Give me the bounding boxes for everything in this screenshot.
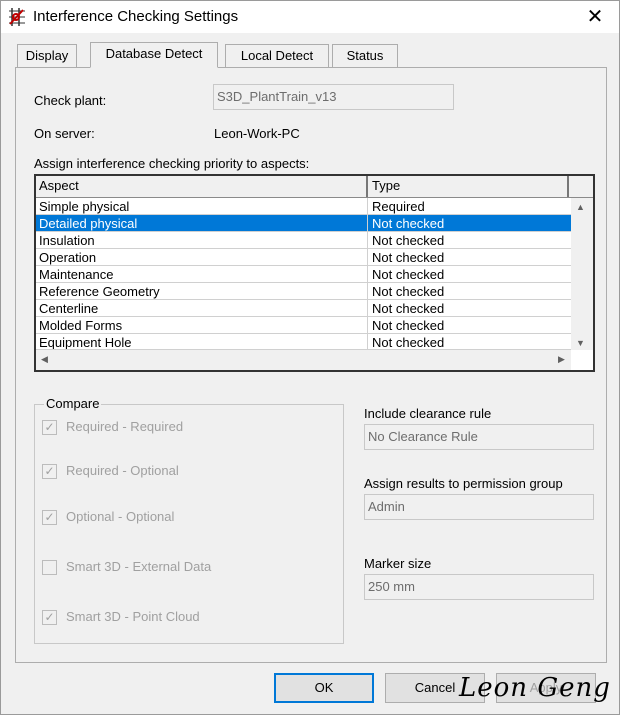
- type-cell[interactable]: Not checked: [369, 232, 571, 248]
- scroll-left-arrow-icon[interactable]: ◀: [41, 354, 48, 365]
- type-cell[interactable]: Not checked: [369, 334, 571, 349]
- type-cell[interactable]: Not checked: [369, 283, 571, 299]
- aspect-cell: Reference Geometry: [36, 283, 368, 299]
- aspect-cell: Centerline: [36, 300, 368, 316]
- table-row[interactable]: Reference Geometry Not checked: [36, 283, 571, 300]
- compare-group-box: [34, 404, 344, 644]
- type-cell[interactable]: Not checked: [369, 317, 571, 333]
- scroll-down-arrow-icon[interactable]: ▼: [576, 338, 585, 348]
- scroll-right-arrow-icon[interactable]: ▶: [558, 354, 565, 365]
- vertical-scrollbar[interactable]: ▲ ▼: [571, 198, 593, 350]
- permission-group-field: Admin: [364, 494, 594, 520]
- aspect-cell: Operation: [36, 249, 368, 265]
- clearance-rule-field: No Clearance Rule: [364, 424, 594, 450]
- grid-header: Aspect Type: [36, 176, 593, 198]
- marker-size-field: 250 mm: [364, 574, 594, 600]
- checkbox-label: Optional - Optional: [66, 509, 175, 524]
- checkbox-checked-icon[interactable]: ✓: [42, 420, 57, 435]
- database-detect-panel: Check plant: S3D_PlantTrain_v13 On serve…: [15, 67, 607, 663]
- checkbox-label: Smart 3D - External Data: [66, 559, 212, 574]
- close-button[interactable]: ✕: [579, 3, 611, 31]
- permission-group-label: Assign results to permission group: [364, 476, 563, 491]
- interference-app-icon: [7, 7, 27, 27]
- aspect-cell: Simple physical: [36, 198, 368, 214]
- aspect-cell: Equipment Hole: [36, 334, 368, 349]
- aspect-cell: Insulation: [36, 232, 368, 248]
- tab-status[interactable]: Status: [332, 44, 398, 68]
- clearance-rule-label: Include clearance rule: [364, 406, 492, 421]
- compare-group-title: Compare: [44, 396, 102, 411]
- checkbox-checked-icon[interactable]: ✓: [42, 510, 57, 525]
- watermark-signature: Leon Geng: [459, 673, 611, 703]
- checkbox-label: Smart 3D - Point Cloud: [66, 609, 200, 624]
- ok-button[interactable]: OK: [274, 673, 374, 703]
- aspect-cell: Detailed physical: [36, 215, 368, 231]
- table-row[interactable]: Centerline Not checked: [36, 300, 571, 317]
- type-cell[interactable]: Not checked: [369, 266, 571, 282]
- type-cell[interactable]: Required: [369, 198, 571, 214]
- marker-size-label: Marker size: [364, 556, 432, 571]
- checkbox-checked-icon[interactable]: ✓: [42, 610, 57, 625]
- table-row[interactable]: Molded Forms Not checked: [36, 317, 571, 334]
- tab-display[interactable]: Display: [17, 44, 77, 68]
- dialog-window: Interference Checking Settings ✕ Display…: [0, 0, 620, 715]
- table-row[interactable]: Insulation Not checked: [36, 232, 571, 249]
- column-header-type[interactable]: Type: [369, 176, 569, 197]
- assign-priority-label: Assign interference checking priority to…: [34, 156, 310, 171]
- type-cell[interactable]: Not checked: [369, 215, 571, 231]
- type-cell[interactable]: Not checked: [369, 249, 571, 265]
- column-header-aspect[interactable]: Aspect: [36, 176, 368, 197]
- aspect-priority-grid[interactable]: Aspect Type Simple physical Required Det…: [34, 174, 595, 372]
- on-server-label: On server:: [34, 126, 95, 141]
- table-row[interactable]: Equipment Hole Not checked: [36, 334, 571, 350]
- table-row[interactable]: Simple physical Required: [36, 198, 571, 215]
- table-row-selected[interactable]: Detailed physical Not checked: [36, 215, 571, 232]
- table-row[interactable]: Operation Not checked: [36, 249, 571, 266]
- checkbox-checked-icon[interactable]: ✓: [42, 464, 57, 479]
- tab-database-detect[interactable]: Database Detect: [90, 42, 218, 68]
- check-plant-field: S3D_PlantTrain_v13: [213, 84, 454, 110]
- aspect-cell: Maintenance: [36, 266, 368, 282]
- scroll-up-arrow-icon[interactable]: ▲: [576, 202, 585, 212]
- window-title: Interference Checking Settings: [33, 8, 239, 25]
- tab-local-detect[interactable]: Local Detect: [225, 44, 329, 68]
- on-server-value: Leon-Work-PC: [214, 126, 300, 141]
- horizontal-scrollbar[interactable]: ◀ ▶: [36, 350, 571, 370]
- table-row[interactable]: Maintenance Not checked: [36, 266, 571, 283]
- title-bar: Interference Checking Settings ✕: [1, 1, 619, 33]
- checkbox-unchecked-icon[interactable]: [42, 560, 57, 575]
- checkbox-label: Required - Optional: [66, 463, 179, 478]
- aspect-cell: Molded Forms: [36, 317, 368, 333]
- checkbox-label: Required - Required: [66, 419, 184, 434]
- type-cell[interactable]: Not checked: [369, 300, 571, 316]
- check-plant-label: Check plant:: [34, 93, 107, 108]
